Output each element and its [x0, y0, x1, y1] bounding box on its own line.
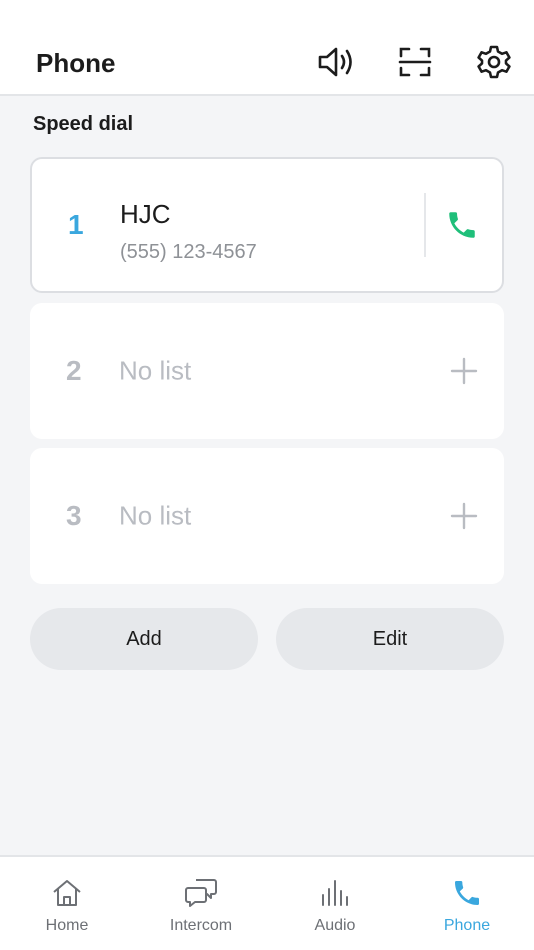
contact-phone: (555) 123-4567	[120, 241, 257, 263]
speed-dial-card-1[interactable]: 1 HJC (555) 123-4567	[30, 157, 504, 293]
nav-item-phone[interactable]: Phone	[400, 857, 534, 950]
speed-dial-card-2[interactable]: 2 No list	[30, 303, 504, 439]
page-title: Phone	[36, 48, 116, 78]
call-button[interactable]	[440, 203, 484, 247]
chat-icon	[183, 875, 219, 911]
speed-dial-label: Speed dial	[33, 113, 134, 135]
nav-label: Audio	[314, 917, 356, 934]
contact-name: HJC	[120, 199, 171, 229]
nav-item-intercom[interactable]: Intercom	[134, 857, 268, 950]
speed-dial-number: 2	[66, 355, 82, 386]
speed-dial-number: 1	[68, 209, 84, 240]
plus-icon	[450, 502, 478, 530]
scan-icon[interactable]	[395, 42, 435, 82]
speed-dial-number: 3	[66, 500, 82, 531]
plus-icon	[450, 357, 478, 385]
add-button[interactable]: Add	[30, 608, 258, 670]
card-divider	[424, 193, 426, 257]
nav-label: Phone	[443, 917, 491, 934]
app-header: Phone	[0, 0, 534, 96]
empty-slot-text: No list	[119, 500, 192, 531]
home-icon	[49, 875, 85, 911]
phone-icon	[449, 212, 475, 238]
gear-icon[interactable]	[474, 42, 514, 82]
nav-item-home[interactable]: Home	[0, 857, 134, 950]
add-contact-button[interactable]	[442, 349, 486, 393]
speaker-icon[interactable]	[316, 42, 356, 82]
empty-slot-text: No list	[119, 355, 192, 386]
phone-icon	[449, 875, 485, 911]
bottom-nav: Home Intercom Audio Phone	[0, 855, 534, 950]
audio-bars-icon	[317, 875, 353, 911]
speed-dial-card-3[interactable]: 3 No list	[30, 448, 504, 584]
add-contact-button[interactable]	[442, 494, 486, 538]
edit-button[interactable]: Edit	[276, 608, 504, 670]
nav-label: Home	[45, 917, 89, 934]
nav-label: Intercom	[169, 917, 233, 934]
nav-item-audio[interactable]: Audio	[268, 857, 402, 950]
